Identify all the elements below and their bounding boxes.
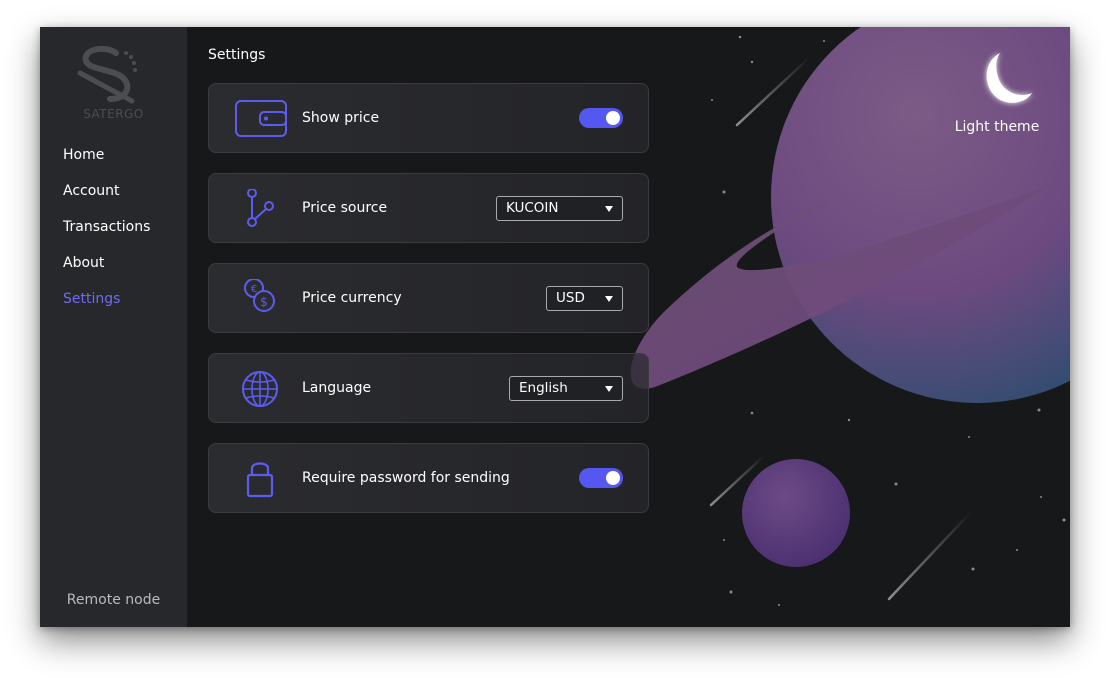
brand-name: SATERGO <box>83 107 144 121</box>
sidebar-item-about[interactable]: About <box>63 255 150 291</box>
price-source-select[interactable]: KUCOIN <box>496 196 623 221</box>
show-price-label: Show price <box>302 110 380 126</box>
price-source-value: KUCOIN <box>506 200 559 216</box>
svg-text:$: $ <box>260 295 268 309</box>
price-source-label: Price source <box>302 200 388 216</box>
toggle-knob <box>606 471 620 485</box>
setting-price-currency: € $ Price currency USD <box>208 263 649 333</box>
light-theme-toggle[interactable]: Light theme <box>924 47 1070 142</box>
toggle-knob <box>606 111 620 125</box>
page-title: Settings <box>208 47 266 63</box>
require-password-toggle[interactable] <box>579 468 623 488</box>
light-theme-label: Light theme <box>954 119 1040 135</box>
chevron-down-icon <box>605 206 613 212</box>
chevron-down-icon <box>605 386 613 392</box>
app-window: SATERGO Home Account Transactions About … <box>40 27 1070 627</box>
language-select[interactable]: English <box>509 376 623 401</box>
branch-icon <box>247 189 274 227</box>
language-value: English <box>519 380 568 396</box>
globe-icon <box>242 371 278 407</box>
price-currency-select[interactable]: USD <box>546 286 623 311</box>
lock-icon <box>246 462 274 498</box>
chevron-down-icon <box>605 296 613 302</box>
sidebar-nav: Home Account Transactions About Settings <box>63 147 150 327</box>
svg-text:€: € <box>251 284 257 295</box>
moon-icon <box>986 53 1032 103</box>
price-currency-value: USD <box>556 290 585 306</box>
setting-price-source: Price source KUCOIN <box>208 173 649 243</box>
wallet-icon <box>235 100 287 137</box>
currency-exchange-icon: € $ <box>244 279 275 312</box>
sidebar-item-home[interactable]: Home <box>63 147 150 183</box>
sidebar: SATERGO Home Account Transactions About … <box>40 27 187 627</box>
setting-language: Language English <box>208 353 649 423</box>
sidebar-item-transactions[interactable]: Transactions <box>63 219 150 255</box>
sidebar-item-settings[interactable]: Settings <box>63 291 150 327</box>
price-currency-label: Price currency <box>302 290 402 306</box>
main-content: Settings Light theme Show price Price so… <box>187 27 1070 627</box>
setting-show-price: Show price <box>208 83 649 153</box>
setting-require-password: Require password for sending <box>208 443 649 513</box>
remote-node-button[interactable]: Remote node <box>40 592 187 608</box>
sidebar-item-account[interactable]: Account <box>63 183 150 219</box>
language-label: Language <box>302 380 372 396</box>
show-price-toggle[interactable] <box>579 108 623 128</box>
require-password-label: Require password for sending <box>302 470 510 486</box>
